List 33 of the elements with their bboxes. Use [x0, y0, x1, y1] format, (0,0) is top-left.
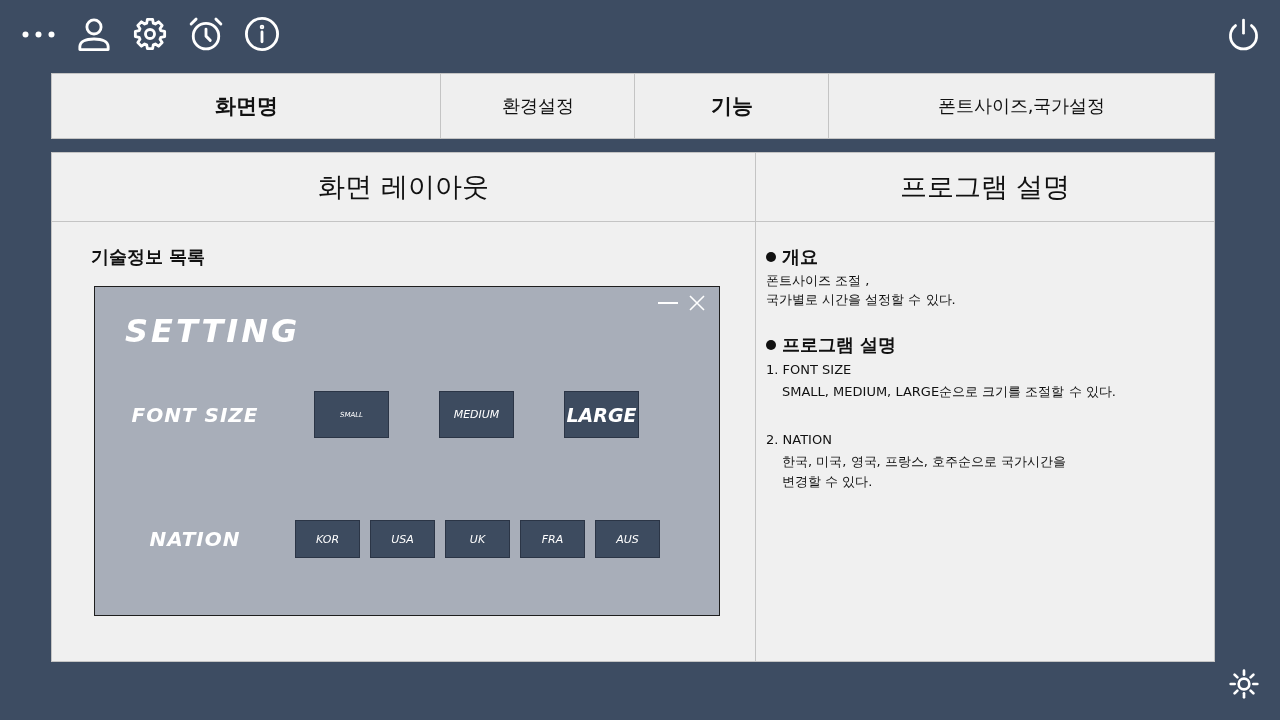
header-value-cell: 환경설정 [440, 74, 634, 138]
nation-button[interactable]: AUS [595, 520, 660, 558]
description-text: SMALL, MEDIUM, LARGE순으로 크기를 조절할 수 있다. [781, 383, 1117, 401]
more-icon[interactable] [22, 30, 55, 38]
item-title: 1. FONT SIZE [766, 361, 853, 379]
window-title: SETTING [125, 311, 301, 351]
user-icon[interactable] [77, 17, 111, 51]
row-label: FONT SIZE [130, 402, 260, 427]
section-caption: 기술정보 목록 [91, 246, 206, 268]
row-label: NATION [148, 527, 242, 551]
description-text: 폰트사이즈 조절 , 국가별로 시간을 설정할 수 있다. [766, 272, 957, 309]
font-size-button[interactable]: MEDIUM [439, 391, 514, 438]
panel-title: 프로그램 설명 [756, 153, 1214, 222]
font-size-button[interactable]: LARGE [564, 391, 639, 438]
settings-icon[interactable] [133, 17, 167, 51]
header-value-cell: 폰트사이즈,국가설정 [828, 74, 1214, 138]
bullet-icon [766, 340, 776, 350]
info-icon[interactable] [245, 17, 279, 51]
nation-button[interactable]: UK [445, 520, 510, 558]
panel-title: 화면 레이아웃 [52, 153, 755, 222]
header-label-cell: 기능 [634, 74, 828, 138]
nation-button[interactable]: USA [370, 520, 435, 558]
description-text: 한국, 미국, 영국, 프랑스, 호주순으로 국가시간을 변경할 수 있다. [781, 453, 1068, 491]
brightness-icon[interactable] [1228, 668, 1260, 700]
nation-button[interactable]: KOR [295, 520, 360, 558]
nation-button[interactable]: FRA [520, 520, 585, 558]
section-heading: 개요 [782, 246, 818, 268]
section-heading: 프로그램 설명 [782, 334, 897, 356]
alarm-clock-icon[interactable] [189, 17, 223, 51]
header-label-cell-text: 화면명 [213, 93, 279, 120]
power-icon[interactable] [1227, 17, 1260, 51]
item-title: 2. NATION [766, 431, 833, 449]
bullet-icon [766, 252, 776, 262]
